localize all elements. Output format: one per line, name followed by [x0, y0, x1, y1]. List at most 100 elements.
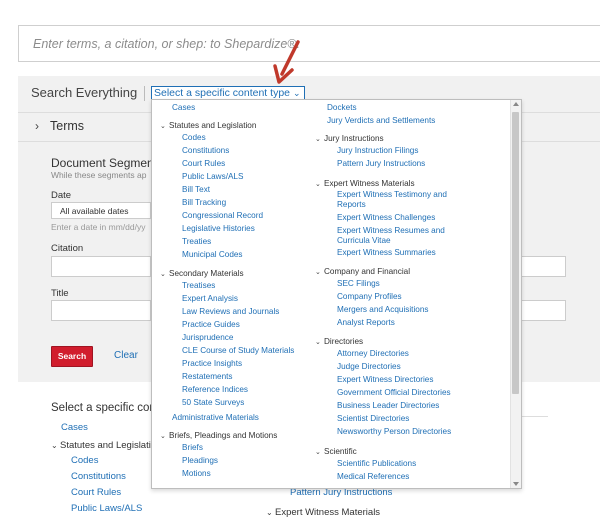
- chevron-down-icon: ⌄: [266, 508, 273, 517]
- dd-heading-label: Secondary Materials: [169, 269, 244, 278]
- title-field[interactable]: [51, 300, 151, 321]
- dd-item-jurisprudence[interactable]: Jurisprudence: [182, 333, 233, 343]
- dd-item-scientific-pubs[interactable]: Scientific Publications: [337, 459, 416, 469]
- scrollbar-thumb[interactable]: [512, 112, 519, 394]
- dd-item-company-profiles[interactable]: Company Profiles: [337, 292, 402, 302]
- dd-item-expert-dir[interactable]: Expert Witness Directories: [337, 375, 433, 385]
- search-button[interactable]: Search: [51, 346, 93, 367]
- dd-item-expert-testimony[interactable]: Expert Witness Testimony and Reports: [337, 190, 455, 210]
- date-label: Date: [51, 190, 72, 201]
- date-hint: Enter a date in mm/dd/yy: [51, 222, 146, 232]
- below-item-cases[interactable]: Cases: [61, 422, 88, 433]
- dd-item-judge-dir[interactable]: Judge Directories: [337, 362, 401, 372]
- dd-heading-label: Briefs, Pleadings and Motions: [169, 431, 278, 440]
- title-field-right[interactable]: [522, 300, 566, 321]
- chevron-down-icon: ⌄: [160, 433, 166, 440]
- dd-heading-company[interactable]: ⌄ Company and Financial: [315, 267, 410, 278]
- dd-item-bill-text[interactable]: Bill Text: [182, 185, 210, 195]
- dd-item-scientist-dir[interactable]: Scientist Directories: [337, 414, 409, 424]
- dd-item-cle-course[interactable]: CLE Course of Study Materials: [182, 346, 294, 356]
- chevron-down-icon: ⌄: [315, 449, 321, 456]
- chevron-right-icon[interactable]: ›: [35, 119, 39, 133]
- below-item-constitutions[interactable]: Constitutions: [71, 471, 126, 482]
- search-input[interactable]: [19, 26, 600, 61]
- dd-item-treatises[interactable]: Treatises: [182, 281, 215, 291]
- dd-heading-label: Company and Financial: [324, 267, 411, 276]
- page-root: Search Everything Select a specific cont…: [0, 0, 600, 522]
- chevron-down-icon: ⌄: [315, 339, 321, 346]
- chevron-down-icon: ⌄: [315, 181, 321, 188]
- chevron-down-icon: ⌄: [315, 269, 321, 276]
- dd-item-newsworthy-dir[interactable]: Newsworthy Person Directories: [337, 427, 451, 437]
- dd-item-attorney-dir[interactable]: Attorney Directories: [337, 349, 409, 359]
- dd-item-treaties[interactable]: Treaties: [182, 237, 211, 247]
- terms-label: Terms: [50, 119, 85, 133]
- dd-heading-scientific[interactable]: ⌄ Scientific: [315, 447, 357, 458]
- dd-item-bill-tracking[interactable]: Bill Tracking: [182, 198, 226, 208]
- below-statutes-heading[interactable]: ⌄ Statutes and Legislatio: [51, 440, 156, 451]
- citation-field[interactable]: [51, 256, 151, 277]
- dd-heading-statutes[interactable]: ⌄ Statutes and Legislation: [160, 121, 256, 132]
- dd-item-medical-refs[interactable]: Medical References: [337, 472, 409, 482]
- dd-heading-directories[interactable]: ⌄ Directories: [315, 337, 363, 348]
- dd-item-50-state-surveys[interactable]: 50 State Surveys: [182, 398, 244, 408]
- dd-item-congressional-record[interactable]: Congressional Record: [182, 211, 263, 221]
- search-box[interactable]: [18, 25, 600, 62]
- below-statutes-label: Statutes and Legislatio: [60, 440, 157, 451]
- clear-link[interactable]: Clear: [114, 350, 138, 361]
- panel-title: Search Everything: [31, 85, 138, 100]
- chevron-down-icon: ⌄: [315, 136, 321, 143]
- dd-heading-jury[interactable]: ⌄ Jury Instructions: [315, 134, 384, 145]
- scroll-down-icon[interactable]: [513, 482, 519, 486]
- dd-heading-label: Jury Instructions: [324, 134, 384, 143]
- dd-heading-briefs[interactable]: ⌄ Briefs, Pleadings and Motions: [160, 431, 277, 442]
- dd-item-motions[interactable]: Motions: [182, 469, 211, 479]
- dd-item-pattern-jury[interactable]: Pattern Jury Instructions: [337, 159, 425, 169]
- below-expert-heading[interactable]: ⌄ Expert Witness Materials: [266, 507, 380, 518]
- dd-item-administrative[interactable]: Administrative Materials: [172, 413, 259, 423]
- below-item-codes[interactable]: Codes: [71, 455, 98, 466]
- date-select[interactable]: All available dates: [51, 202, 151, 219]
- segments-title: Document Segment: [51, 156, 158, 170]
- dd-heading-label: Directories: [324, 337, 364, 346]
- dd-item-briefs[interactable]: Briefs: [182, 443, 203, 453]
- dd-item-restatements[interactable]: Restatements: [182, 372, 233, 382]
- dd-item-reference-indices[interactable]: Reference Indices: [182, 385, 248, 395]
- dd-item-dockets[interactable]: Dockets: [327, 103, 357, 113]
- content-type-dropdown[interactable]: Cases ⌄ Statutes and Legislation Codes Co…: [151, 99, 522, 489]
- dd-item-sec-filings[interactable]: SEC Filings: [337, 279, 380, 289]
- dd-item-constitutions[interactable]: Constitutions: [182, 146, 229, 156]
- dd-item-expert-challenges[interactable]: Expert Witness Challenges: [337, 213, 435, 223]
- dd-item-jury-filings[interactable]: Jury Instruction Filings: [337, 146, 418, 156]
- dd-item-municipal-codes[interactable]: Municipal Codes: [182, 250, 243, 260]
- dd-item-expert-summaries[interactable]: Expert Witness Summaries: [337, 248, 436, 258]
- dropdown-scrollbar[interactable]: [510, 100, 521, 488]
- dd-item-mergers[interactable]: Mergers and Acquisitions: [337, 305, 428, 315]
- dd-item-analyst-reports[interactable]: Analyst Reports: [337, 318, 395, 328]
- dd-item-business-dir[interactable]: Business Leader Directories: [337, 401, 439, 411]
- citation-label: Citation: [51, 243, 84, 254]
- dd-item-pleadings[interactable]: Pleadings: [182, 456, 218, 466]
- dd-item-codes[interactable]: Codes: [182, 133, 206, 143]
- dd-item-jury-verdicts[interactable]: Jury Verdicts and Settlements: [327, 116, 435, 126]
- scroll-up-icon[interactable]: [513, 102, 519, 106]
- dd-item-government-dir[interactable]: Government Official Directories: [337, 388, 451, 398]
- dd-heading-secondary[interactable]: ⌄ Secondary Materials: [160, 269, 244, 280]
- dd-item-cases[interactable]: Cases: [172, 103, 195, 113]
- chevron-down-icon: ⌄: [160, 271, 166, 278]
- below-item-court-rules[interactable]: Court Rules: [71, 487, 121, 498]
- dd-item-public-laws[interactable]: Public Laws/ALS: [182, 172, 243, 182]
- below-item-public-laws[interactable]: Public Laws/ALS: [71, 503, 142, 514]
- citation-field-right[interactable]: [522, 256, 566, 277]
- dd-item-law-reviews[interactable]: Law Reviews and Journals: [182, 307, 279, 317]
- dd-heading-expert[interactable]: ⌄ Expert Witness Materials: [315, 179, 415, 190]
- chevron-down-icon: ⌄: [51, 441, 58, 450]
- dd-item-legislative-histories[interactable]: Legislative Histories: [182, 224, 255, 234]
- dd-item-practice-insights[interactable]: Practice Insights: [182, 359, 242, 369]
- dd-heading-label: Scientific: [324, 447, 357, 456]
- dd-item-expert-resumes[interactable]: Expert Witness Resumes and Curricula Vit…: [337, 226, 477, 246]
- dd-item-practice-guides[interactable]: Practice Guides: [182, 320, 240, 330]
- dd-item-court-rules[interactable]: Court Rules: [182, 159, 225, 169]
- dd-item-expert-analysis[interactable]: Expert Analysis: [182, 294, 238, 304]
- content-type-label: Select a specific content type: [154, 87, 290, 99]
